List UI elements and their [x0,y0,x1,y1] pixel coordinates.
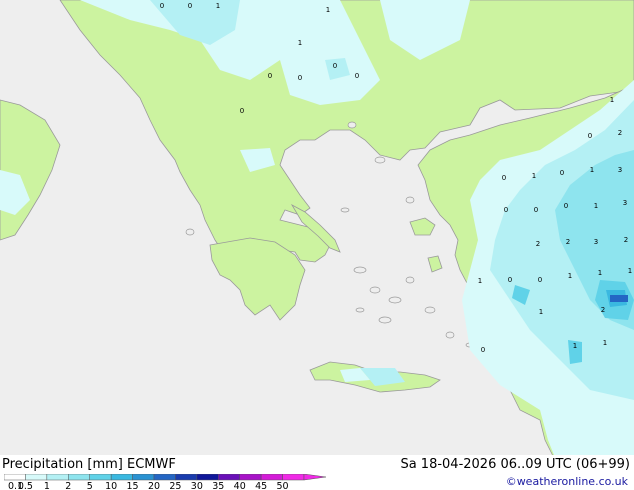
cell-label: 0 [188,2,192,10]
scale-label: 15 [127,481,139,490]
scale-label: 2 [65,481,71,490]
scale-label: 45 [255,481,267,490]
scale-label: 40 [234,481,246,490]
cell-label: 1 [603,339,607,347]
cell-label: 0 [564,202,568,210]
cell-label: 1 [539,308,543,316]
cell-label: 1 [598,269,602,277]
scale-label: 50 [277,481,289,490]
cell-label: 1 [628,267,632,275]
scale-swatch [239,474,262,481]
cell-label: 1 [568,272,572,280]
cell-label: 0 [508,276,512,284]
cell-label: 2 [536,240,540,248]
scale-swatch [110,474,133,481]
cell-label: 0 [502,174,506,182]
cell-label: 1 [610,96,614,104]
cell-label: 0 [481,346,485,354]
cell-label: 0 [560,169,564,177]
cell-label: 1 [216,2,220,10]
scale-swatch [175,474,198,481]
cell-label: 1 [478,277,482,285]
scale-label: 5 [87,481,93,490]
scale-label: 30 [191,481,203,490]
scale-swatch [196,474,219,481]
cell-label: 1 [298,39,302,47]
scale-swatch [25,474,48,481]
scale-label: 10 [105,481,117,490]
cell-label: 0 [538,276,542,284]
forecast-date: Sa 18-04-2026 06..09 UTC (06+99) [400,457,630,472]
cell-label: 1 [326,6,330,14]
cell-label: 0 [333,62,337,70]
cell-label: 1 [590,166,594,174]
cell-label: 0 [504,206,508,214]
precipitation-map: 0 0 1 1 1 0 0 0 0 0 0 1 2 0 1 0 1 3 0 0 0 1 3 2 3 2 2 1 0 0 1 1 1 1 2 0 1 1 [0,0,634,470]
cell-label: 0 [240,107,244,115]
cell-label: 0 [298,74,302,82]
scale-swatch [4,474,26,481]
cell-label: 2 [601,306,605,314]
cell-label: 3 [594,238,598,246]
cell-label: 1 [594,202,598,210]
cell-label: 1 [532,172,536,180]
scale-label: 1 [44,481,50,490]
scale-label: 0.5 [18,481,33,490]
scale-swatch [68,474,90,481]
scale-swatch [132,474,155,481]
cell-label: 0 [355,72,359,80]
precip-color-scale: 0.10.5 1 2 5 10 15 20 25 30 35 40 45 50 [4,474,327,490]
cell-label: 3 [618,166,622,174]
cell-label: 2 [618,129,622,137]
cell-label: 2 [566,238,570,246]
scale-swatch [260,474,283,481]
cell-label: 2 [624,236,628,244]
cell-label: 0 [588,132,592,140]
cell-label: 0 [534,206,538,214]
scale-swatch [153,474,176,481]
map-footer: Precipitation [mm] ECMWF Sa 18-04-2026 0… [0,455,634,490]
scale-label: 25 [169,481,181,490]
scale-label: 35 [212,481,224,490]
cell-label: 0 [160,2,164,10]
scale-swatch [89,474,112,481]
scale-swatch [218,474,240,481]
cell-label: 0 [268,72,272,80]
scale-swatch [46,474,69,481]
cell-label: 3 [623,199,627,207]
map-title: Precipitation [mm] ECMWF [2,457,176,472]
cell-label: 1 [573,342,577,350]
scale-arrow [303,474,327,481]
credit-link[interactable]: ©weatheronline.co.uk [506,475,628,488]
scale-swatch [282,474,305,481]
scale-label: 20 [148,481,160,490]
